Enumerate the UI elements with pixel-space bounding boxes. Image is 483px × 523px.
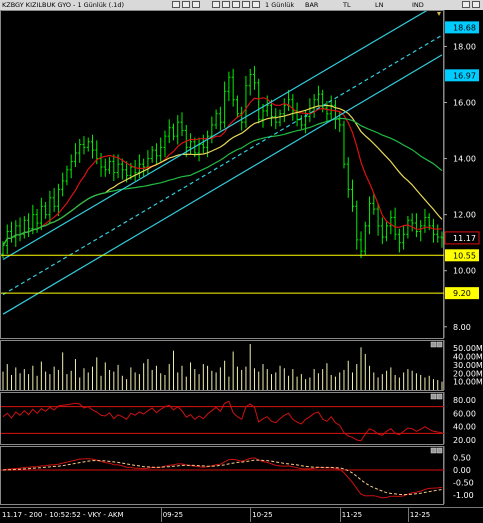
volume-panel-settings-icon bbox=[430, 341, 437, 348]
price-tick-label: 8.00 bbox=[453, 323, 471, 332]
price-tick-label: 12.00 bbox=[453, 211, 476, 220]
macd-panel-settings-icon bbox=[430, 447, 437, 454]
x-tick-label: 11-25 bbox=[341, 511, 363, 519]
price-tick-label: 16.00 bbox=[453, 99, 476, 108]
oscillator-panel-close-icon bbox=[436, 393, 443, 400]
volume-tick-label: 30.00M bbox=[453, 361, 483, 370]
price-badge-label: 18.68 bbox=[453, 23, 476, 32]
chart-canvas[interactable]: 8.00 10.00 12.00 14.00 16.00 18.00 18.68 16.97 1… bbox=[0, 0, 483, 507]
price-tick-label: 10.00 bbox=[453, 267, 476, 276]
x-tick-mark bbox=[339, 508, 341, 522]
x-tick-label: 12-25 bbox=[409, 511, 431, 519]
price-badge-label: 10.55 bbox=[453, 251, 476, 260]
x-tick-label: 09-25 bbox=[162, 511, 184, 519]
price-tick-label: 14.00 bbox=[453, 155, 476, 164]
oscillator-tick-label: 80.00 bbox=[453, 396, 476, 405]
volume-panel-close-icon bbox=[436, 341, 443, 348]
x-tick-mark bbox=[407, 508, 409, 522]
oscillator-tick-label: 60.00 bbox=[453, 409, 476, 418]
oscillator-panel-settings-icon bbox=[430, 393, 437, 400]
macd-panel-close-icon bbox=[436, 447, 443, 454]
x-tick-mark bbox=[250, 508, 252, 522]
volume-tick-label: 50.00M bbox=[453, 344, 483, 353]
oscillator-panel bbox=[0, 392, 444, 445]
oscillator-tick-label: 40.00 bbox=[453, 423, 476, 432]
status-text: 11.17 - 200 - 10:52:52 - VKY - AKM bbox=[2, 511, 124, 519]
x-tick-mark bbox=[160, 508, 162, 522]
oscillator-tick-label: 20.00 bbox=[453, 436, 476, 445]
price-tick-label: 18.00 bbox=[453, 42, 476, 51]
macd-tick-label: 0.50 bbox=[453, 453, 471, 462]
price-badge-label: 11.17 bbox=[453, 234, 476, 243]
volume-tick-label: 20.00M bbox=[453, 369, 483, 378]
price-badge-label: 9.20 bbox=[453, 289, 471, 298]
x-tick-label: 10-25 bbox=[252, 511, 273, 519]
price-badge-label: 16.97 bbox=[453, 71, 476, 80]
macd-tick-label: -1.00 bbox=[453, 491, 474, 500]
macd-panel bbox=[0, 446, 444, 505]
volume-tick-label: 10.00M bbox=[453, 378, 483, 387]
macd-tick-label: -0.50 bbox=[453, 479, 474, 488]
status-bar: 11.17 - 200 - 10:52:52 - VKY - AKM 09-25… bbox=[0, 507, 483, 523]
macd-tick-label: 0.00 bbox=[453, 466, 471, 475]
volume-tick-label: 40.00M bbox=[453, 353, 483, 362]
